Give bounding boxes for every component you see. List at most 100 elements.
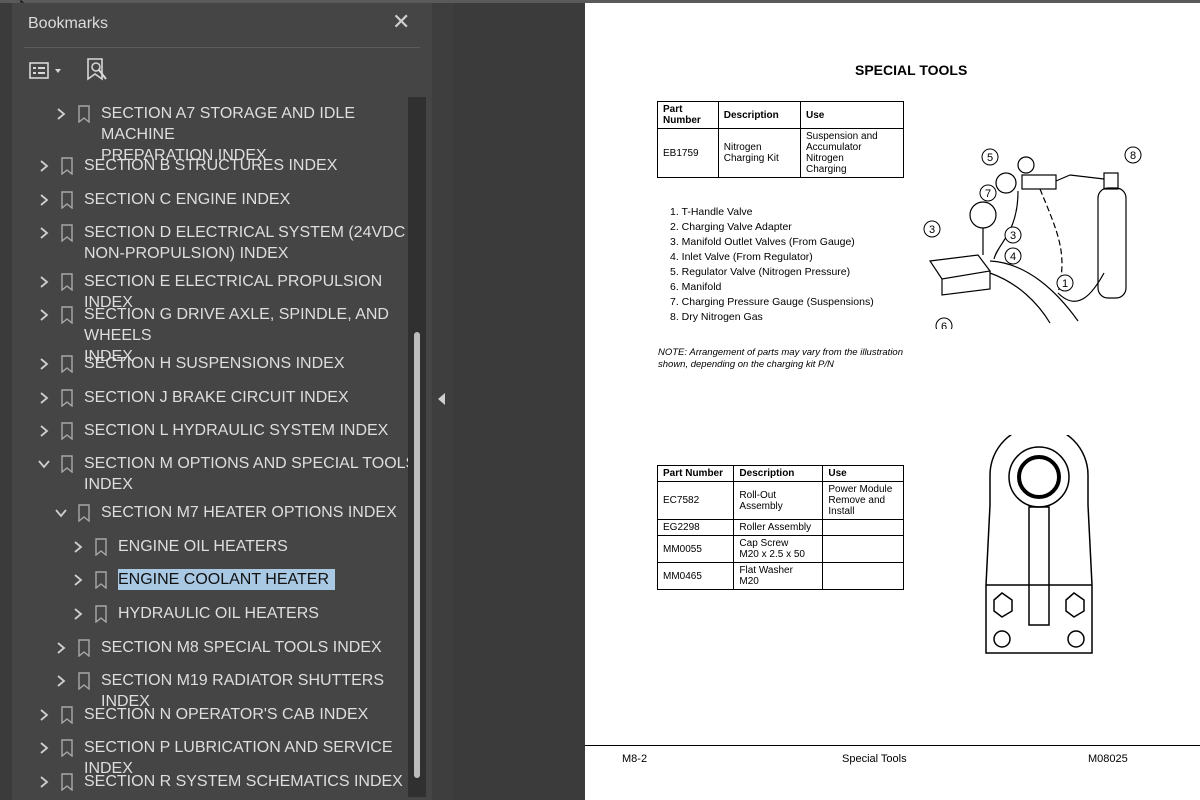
bookmark-icon (61, 157, 73, 175)
collapse-arrow-icon (438, 393, 445, 405)
bookmark-label: SECTION B STRUCTURES INDEX (84, 157, 338, 174)
chevron-right-icon[interactable] (72, 608, 84, 620)
chevron-right-icon[interactable] (38, 742, 50, 754)
table-cell (822, 562, 904, 590)
bookmark-label: ENGINE OIL HEATERS (118, 538, 288, 555)
table-header-cell: Description (733, 465, 824, 482)
callout-label: 4 (1010, 251, 1016, 263)
special-tools-table-2: Part Number Description Use EC7582 Roll-Out… (656, 465, 904, 590)
footer-section-title: Special Tools (842, 753, 907, 765)
bookmark-icon (95, 571, 107, 589)
chevron-right-icon[interactable] (38, 776, 50, 788)
bookmark-icon (61, 273, 73, 291)
callout-label: 1 (1062, 278, 1068, 290)
table-cell: Suspension and Accumulator Nitrogen Char… (799, 128, 905, 178)
bookmark-label: ENGINE COOLANT HEATER (118, 569, 335, 590)
nitrogen-charging-kit-illustration: 5 8 7 3 3 4 1 6 (923, 146, 1142, 329)
chevron-right-icon[interactable] (38, 160, 50, 172)
table-header-cell: Description (717, 101, 801, 129)
chevron-right-icon[interactable] (38, 194, 50, 206)
bookmark-icon (61, 191, 73, 209)
bookmark-icon (61, 389, 73, 407)
note-text: NOTE: Arrangement of parts may vary from… (658, 347, 903, 370)
table-header-cell: Part Number (657, 101, 719, 129)
panel-collapse-splitter[interactable] (432, 3, 454, 800)
parts-list: 1. T-Handle Valve 2. Charging Valve Adapt… (670, 205, 874, 325)
close-icon[interactable]: ✕ (392, 9, 410, 35)
table-cell: EC7582 (656, 481, 735, 520)
bookmark-label: SECTION H SUSPENSIONS INDEX (84, 355, 345, 372)
footer-page-number: M8-2 (622, 753, 648, 765)
table-row: MM0055 Cap Screw M20 x 2.5 x 50 (656, 535, 904, 563)
footer-rule (585, 745, 1200, 746)
chevron-right-icon[interactable] (72, 541, 84, 553)
bookmark-label: SECTION R SYSTEM SCHEMATICS INDEX (84, 773, 403, 790)
chevron-right-icon[interactable] (55, 642, 67, 654)
bookmark-icon (61, 773, 73, 791)
table-header-cell: Use (799, 101, 905, 129)
table-cell (822, 535, 904, 563)
bookmark-options-button[interactable] (28, 60, 68, 82)
callout-label: 7 (985, 188, 991, 200)
chevron-down-icon[interactable] (38, 458, 50, 470)
list-item: 3. Manifold Outlet Valves (From Gauge) (670, 236, 855, 248)
list-item: 6. Manifold (670, 281, 722, 293)
bookmark-icon (61, 306, 73, 324)
scrollbar-thumb[interactable] (414, 332, 420, 778)
table-cell (822, 519, 904, 536)
callout-label: 5 (987, 152, 993, 164)
chevron-right-icon[interactable] (38, 358, 50, 370)
table-cell: EB1759 (657, 128, 719, 178)
list-item: 2. Charging Valve Adapter (670, 221, 792, 233)
bookmark-icon (95, 538, 107, 556)
list-item: 5. Regulator Valve (Nitrogen Pressure) (670, 266, 851, 278)
table-row: EC7582 Roll-Out Assembly Power Module Remo… (656, 481, 904, 520)
table-header-cell: Part Number (656, 465, 735, 482)
bookmark-label: SECTION C ENGINE INDEX (84, 191, 291, 208)
callout-label: 3 (1010, 230, 1016, 242)
special-tools-table-1: Part Number Description Use EB1759 Nitrogen… (657, 101, 905, 178)
table-cell: Roll-Out Assembly (733, 481, 824, 520)
chevron-right-icon[interactable] (38, 425, 50, 437)
table-cell: Nitrogen Charging Kit (717, 128, 801, 178)
bookmark-label: SECTION M7 HEATER OPTIONS INDEX (101, 504, 397, 521)
bookmark-icon (78, 672, 90, 690)
bookmark-icon (78, 639, 90, 657)
document-page: SPECIAL TOOLS Part Number Description Use … (585, 3, 1200, 800)
chevron-right-icon[interactable] (38, 709, 50, 721)
panel-title: Bookmarks (28, 15, 109, 32)
bookmark-label: SECTION M8 SPECIAL TOOLS INDEX (101, 639, 382, 656)
bookmark-icon (61, 455, 73, 473)
roll-out-assembly-illustration (985, 435, 1093, 654)
chevron-right-icon[interactable] (38, 392, 50, 404)
footer-doc-code: M08025 (1088, 753, 1128, 765)
table-cell: MM0465 (656, 562, 735, 590)
list-item: 8. Dry Nitrogen Gas (670, 311, 763, 323)
bookmark-icon (78, 504, 90, 522)
callout-label: 3 (929, 224, 935, 236)
bookmark-label: SECTION D ELECTRICAL SYSTEM (24VDC NON-P… (84, 224, 406, 262)
bookmark-label: SECTION J BRAKE CIRCUIT INDEX (84, 389, 349, 406)
table-cell: EG2298 (656, 519, 735, 536)
find-bookmark-button[interactable] (84, 57, 110, 85)
bookmark-icon (61, 355, 73, 373)
bookmark-label: HYDRAULIC OIL HEATERS (118, 605, 319, 622)
bookmark-label: SECTION N OPERATOR'S CAB INDEX (84, 706, 369, 723)
table-cell: MM0055 (656, 535, 735, 563)
table-cell: Power Module Remove and Install (822, 481, 904, 520)
chevron-right-icon[interactable] (55, 675, 67, 687)
table-row: EB1759 Nitrogen Charging Kit Suspension an… (657, 128, 905, 178)
chevron-right-icon[interactable] (55, 108, 67, 120)
chevron-down-icon[interactable] (55, 507, 67, 519)
bookmark-label: SECTION M OPTIONS AND SPECIAL TOOLS INDE… (84, 455, 417, 493)
bookmark-icon (61, 422, 73, 440)
chevron-right-icon[interactable] (38, 276, 50, 288)
page-title: SPECIAL TOOLS (855, 62, 968, 78)
callout-label: 8 (1130, 150, 1136, 162)
chevron-right-icon[interactable] (38, 227, 50, 239)
chevron-right-icon[interactable] (72, 574, 84, 586)
table-cell: Cap Screw M20 x 2.5 x 50 (733, 535, 824, 563)
chevron-right-icon[interactable] (38, 309, 50, 321)
bookmark-icon (61, 224, 73, 242)
table-header-cell: Use (822, 465, 904, 482)
